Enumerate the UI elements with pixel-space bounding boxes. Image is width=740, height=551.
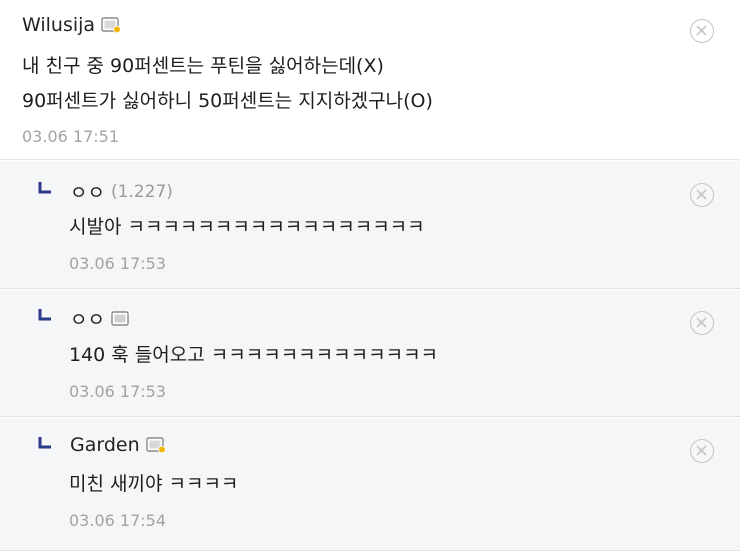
delete-reply-button[interactable]: [690, 439, 714, 463]
reply-date: 03.06 17:53: [69, 254, 166, 273]
reply-author-row: ㅇㅇ (1.227): [70, 178, 173, 205]
reply-body: 시발아 ㅋㅋㅋㅋㅋㅋㅋㅋㅋㅋㅋㅋㅋㅋㅋㅋㅋ: [69, 216, 425, 238]
close-icon: [696, 25, 707, 36]
delete-reply-button[interactable]: [690, 311, 714, 335]
reply-body: 미친 새끼야 ㅋㅋㅋㅋ: [69, 473, 239, 495]
reply-date: 03.06 17:54: [69, 511, 166, 530]
reply-arrow-icon: [38, 182, 51, 194]
reply-item: ㅇㅇ (1.227) 시발아 ㅋㅋㅋㅋㅋㅋㅋㅋㅋㅋㅋㅋㅋㅋㅋㅋㅋ 03.06 1…: [0, 161, 740, 289]
delete-reply-button[interactable]: [690, 183, 714, 207]
reply-author-ip: (1.227): [110, 181, 173, 202]
reply-author-row: Garden: [70, 434, 166, 456]
badge-gold-icon: [145, 437, 166, 454]
comment-date: 03.06 17:51: [22, 127, 119, 146]
reply-body: 140 훅 들어오고 ㅋㅋㅋㅋㅋㅋㅋㅋㅋㅋㅋㅋㅋ: [69, 344, 439, 366]
reply-author-name[interactable]: ㅇㅇ: [70, 305, 105, 332]
reply-arrow-icon: [38, 437, 51, 449]
reply-item: ㅇㅇ 140 훅 들어오고 ㅋㅋㅋㅋㅋㅋㅋㅋㅋㅋㅋㅋㅋ 03.06 17:53: [0, 290, 740, 417]
comment-author-row: Wilusija: [22, 14, 121, 36]
reply-date: 03.06 17:53: [69, 382, 166, 401]
close-icon: [696, 189, 707, 200]
close-icon: [696, 317, 707, 328]
comment-item: Wilusija 내 친구 중 90퍼센트는 푸틴을 싫어하는데(X) 90퍼센…: [0, 0, 740, 160]
reply-author-row: ㅇㅇ: [70, 305, 131, 332]
reply-author-name[interactable]: Garden: [70, 434, 140, 456]
comment-body-line: 내 친구 중 90퍼센트는 푸틴을 싫어하는데(X): [22, 55, 384, 77]
comment-author-name[interactable]: Wilusija: [22, 14, 95, 36]
comment-body-line: 90퍼센트가 싫어하니 50퍼센트는 지지하겠구나(O): [22, 90, 433, 112]
reply-item: Garden 미친 새끼야 ㅋㅋㅋㅋ 03.06 17:54: [0, 418, 740, 551]
badge-gray-icon: [111, 310, 131, 327]
badge-gold-icon: [101, 17, 121, 34]
reply-arrow-icon: [38, 309, 51, 321]
delete-comment-button[interactable]: [690, 19, 714, 43]
reply-author-name[interactable]: ㅇㅇ: [70, 178, 105, 205]
close-icon: [696, 445, 707, 456]
